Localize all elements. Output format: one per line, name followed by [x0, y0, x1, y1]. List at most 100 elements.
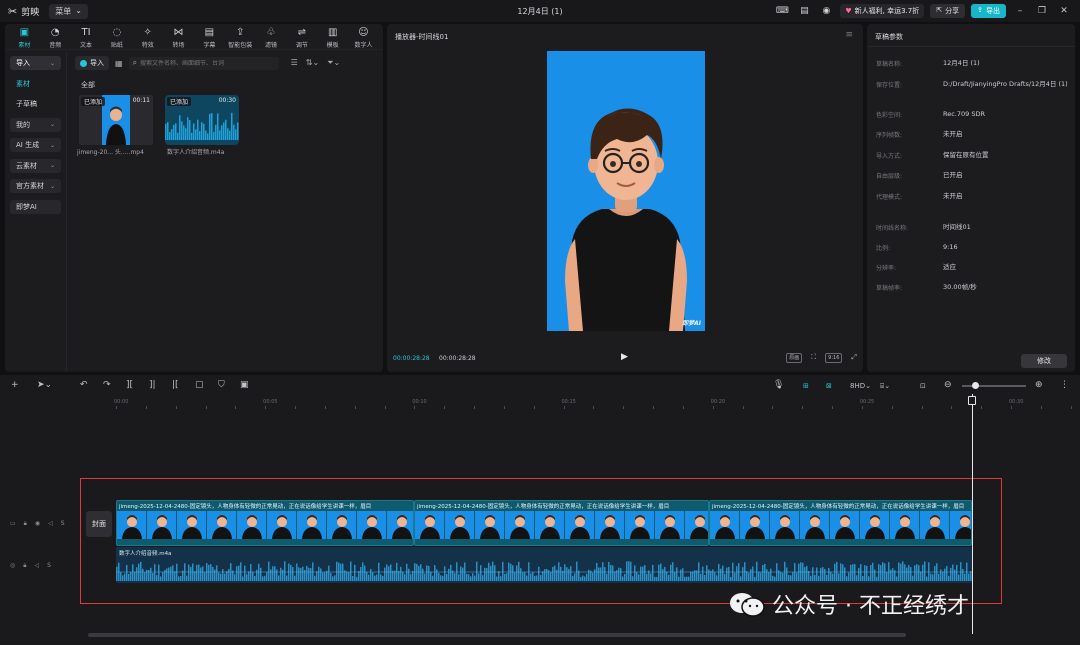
select-tool-icon[interactable]: ➤⌄ — [37, 380, 52, 390]
hd-icon[interactable]: 8HD⌄ — [850, 382, 871, 390]
modify-button[interactable]: 修改 — [1021, 354, 1067, 368]
redo-icon[interactable]: ↷ — [103, 380, 111, 390]
tab-sticker[interactable]: ◌ 贴纸 — [102, 24, 132, 49]
undo-icon[interactable]: ↶ — [80, 380, 88, 390]
audio-track-icon[interactable]: ◎ — [10, 562, 15, 570]
added-badge: 已添加 — [167, 97, 192, 106]
clip-thumbnail — [595, 511, 625, 539]
sidebar-item[interactable]: 云素材 ⌄ — [10, 158, 61, 173]
sidebar-item[interactable]: 导入 ⌄ — [10, 56, 61, 70]
list-view-icon[interactable]: ☰ — [291, 58, 298, 68]
more-icon[interactable]: ⋮ — [1060, 380, 1069, 390]
preview-axis-icon[interactable]: ⌸⌄ — [880, 382, 890, 391]
caption-tool-icon[interactable]: ▣ — [240, 380, 249, 390]
minimize-icon[interactable]: – — [1012, 6, 1028, 16]
media-search[interactable]: ⌕ — [128, 56, 279, 70]
trim-left-icon[interactable]: ]| — [149, 380, 156, 390]
sidebar-item[interactable]: 官方素材 ⌄ — [10, 179, 61, 193]
export-button[interactable]: ⇪ 导出 — [971, 4, 1006, 18]
ruler-tick — [414, 406, 416, 409]
tab-text[interactable]: TI 文本 — [71, 24, 101, 49]
tab-label: 智能包装 — [228, 42, 253, 49]
fit-icon[interactable]: ⊡ — [920, 382, 926, 390]
zoom-out-icon[interactable]: ⊖ — [944, 380, 952, 390]
media-item-video[interactable]: 已添加 00:11 — [79, 95, 153, 145]
audio-clip[interactable]: 数字人介绍音频.m4a — [116, 547, 972, 583]
prop-label: 草稿帧率: — [876, 285, 903, 292]
tab-filter[interactable]: ♧ 滤镜 — [256, 24, 286, 49]
tab-digital-human[interactable]: ☺ 数字人 — [349, 24, 379, 49]
split-icon[interactable]: ][ — [126, 380, 133, 390]
video-track-controls: ▭ 🔒︎ ◉ ◁ S — [10, 520, 65, 528]
prop-label: 自由层级: — [876, 173, 903, 180]
menu-label: 菜单 — [55, 6, 72, 16]
clip-thumbnail — [505, 511, 535, 539]
clip-thumbnail — [297, 511, 327, 539]
main-track-icon[interactable]: ⊞ — [803, 382, 809, 390]
track-cover-icon[interactable]: ▭ — [10, 520, 16, 528]
tab-adjust[interactable]: ⇌ 调节 — [287, 24, 317, 49]
tab-effects[interactable]: ✧ 特效 — [133, 24, 163, 49]
promo-badge[interactable]: ♥ 新人福利, 幸运3.7折 — [840, 4, 925, 18]
video-clip[interactable]: jimeng-2025-12-04-2480-固定镜头，人物身体有轻微的正常晃动… — [709, 500, 972, 546]
media-item-audio[interactable]: 已添加 00:30 — [165, 95, 239, 145]
delete-icon[interactable]: ▢ — [195, 380, 204, 390]
playhead[interactable] — [972, 394, 973, 634]
layout-icon[interactable]: ▤ — [796, 4, 812, 18]
volume-icon[interactable]: ◁ — [48, 520, 53, 528]
mark-icon[interactable]: ⛉ — [218, 380, 225, 390]
tab-smart-pack[interactable]: ⇪ 智能包装 — [225, 24, 255, 49]
sidebar-item[interactable]: 子草稿 — [10, 97, 61, 111]
trim-right-icon[interactable]: |[ — [172, 380, 179, 390]
zoom-in-icon[interactable]: ⊕ — [1035, 380, 1043, 390]
clip-thumbnail — [710, 511, 740, 539]
tab-transition[interactable]: ⋈ 转场 — [164, 24, 194, 49]
quality-button[interactable]: 原画 — [786, 353, 803, 363]
play-icon[interactable]: ▶ — [621, 352, 628, 362]
sidebar-item[interactable]: 即梦AI — [10, 199, 61, 214]
playhead-handle[interactable] — [968, 396, 976, 405]
video-clip[interactable]: jimeng-2025-12-04-2480-固定镜头，人物身体有轻微的正常晃动… — [116, 500, 414, 546]
add-icon[interactable]: + — [11, 380, 19, 390]
sidebar-item[interactable]: AI 生成 ⌄ — [10, 138, 61, 152]
maximize-icon[interactable]: ❐ — [1034, 6, 1050, 16]
video-preview[interactable]: 即梦AI — [547, 51, 705, 331]
tab-audio[interactable]: ◔ 音频 — [40, 24, 70, 49]
tab-template[interactable]: ▥ 模板 — [318, 24, 348, 49]
props-title: 草稿参数 — [875, 33, 903, 41]
menu-button[interactable]: 菜单 ⌄ — [49, 3, 88, 19]
grid-view-icon[interactable]: ▦ — [115, 59, 123, 68]
search-input[interactable] — [140, 59, 271, 67]
microphone-icon[interactable]: 🎙 — [773, 380, 784, 390]
tab-media[interactable]: ▣ 素材 — [9, 24, 39, 49]
sidebar-item[interactable]: 我的 ⌄ — [10, 117, 61, 132]
horizontal-scrollbar[interactable] — [88, 633, 906, 637]
fullscreen-icon[interactable]: ⤢ — [851, 353, 857, 363]
solo-icon[interactable]: S — [61, 520, 65, 528]
time-ruler[interactable]: 00:00 00:05 00:10 00:15 00:20 00:25 00:30 — [114, 399, 1080, 409]
video-clip[interactable]: jimeng-2025-12-04-2480-固定镜头，人物身体有轻微的正常晃动… — [414, 500, 709, 546]
tab-caption[interactable]: ▤ 字幕 — [194, 24, 224, 49]
cover-button[interactable]: 封面 — [86, 511, 112, 537]
ratio-button[interactable]: 9:16 — [825, 353, 843, 363]
crop-icon[interactable]: ⛶ — [811, 353, 816, 363]
volume-icon[interactable]: ◁ — [34, 562, 39, 570]
solo-icon[interactable]: S — [47, 562, 51, 570]
lock-icon[interactable]: 🔒︎ — [24, 520, 27, 528]
lock-icon[interactable]: 🔒︎ — [23, 562, 26, 570]
filter-icon[interactable]: ⏷⌄ — [327, 58, 340, 68]
zoom-handle[interactable] — [971, 382, 979, 389]
magnet-icon[interactable]: ⊠ — [826, 382, 832, 390]
shortcut-icon[interactable]: ⌨ — [774, 4, 790, 18]
sort-icon[interactable]: ⇅⌄ — [306, 58, 319, 68]
zoom-slider[interactable] — [962, 382, 1026, 389]
eye-icon[interactable]: ◉ — [35, 520, 40, 528]
all-filter-label[interactable]: 全部 — [81, 80, 95, 90]
share-button[interactable]: ⇱ 分享 — [930, 4, 966, 18]
hamburger-icon[interactable]: ≡ — [845, 30, 853, 40]
close-icon[interactable]: ✕ — [1056, 6, 1072, 16]
account-icon[interactable]: ◉ — [818, 4, 834, 18]
ruler-tick — [503, 406, 505, 409]
import-button[interactable]: 导入 — [75, 56, 109, 70]
sidebar-item[interactable]: 素材 — [10, 77, 61, 91]
